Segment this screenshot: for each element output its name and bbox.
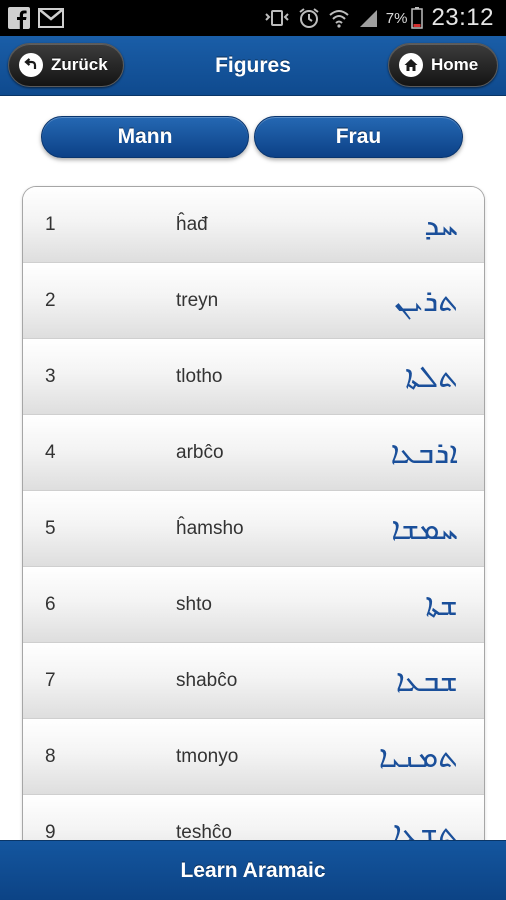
list-item-transliteration: shabĉo xyxy=(176,670,238,691)
signal-icon xyxy=(358,8,378,28)
clock-time: 23:12 xyxy=(431,4,494,31)
list-item-number: 2 xyxy=(45,290,56,311)
back-button[interactable]: Zurück xyxy=(8,43,124,87)
vibrate-icon xyxy=(264,8,290,28)
list-item-number: 7 xyxy=(45,670,56,691)
home-button-label: Home xyxy=(431,55,479,74)
list-item-transliteration: shto xyxy=(176,594,212,615)
numbers-list: 1 ĥađ ܚܕ 2 treyn ܬܪܝܢ 3 tlotho ܬܠܬܐ 4 ar… xyxy=(22,186,485,886)
list-item-transliteration: arbĉo xyxy=(176,442,224,463)
list-item-syriac: ܬܪܝܢ xyxy=(394,282,458,319)
list-item-syriac: ܚܡܫܐ xyxy=(391,510,458,547)
battery-icon xyxy=(411,7,424,29)
list-item-number: 4 xyxy=(45,442,56,463)
footer-bar: Learn Aramaic xyxy=(0,840,506,900)
alarm-icon xyxy=(298,7,320,29)
home-button[interactable]: Home xyxy=(388,43,498,87)
wifi-icon xyxy=(328,8,350,28)
list-item[interactable]: 8 tmonyo ܬܡܢܝܐ xyxy=(23,719,484,795)
footer-title: Learn Aramaic xyxy=(180,858,326,882)
list-item-syriac: ܐܪܒܥܐ xyxy=(390,434,459,471)
list-item-transliteration: ĥađ xyxy=(176,214,208,235)
list-item-syriac: ܬܡܢܝܐ xyxy=(378,738,458,775)
home-icon xyxy=(399,53,423,77)
battery-percentage: 7% xyxy=(385,9,408,27)
list-item-number: 6 xyxy=(45,594,56,615)
list-item-syriac: ܚܕ xyxy=(424,206,458,243)
list-item-number: 1 xyxy=(45,214,56,235)
header-bar: Figures Zurück Home xyxy=(0,36,506,96)
list-item-transliteration: tmonyo xyxy=(176,746,239,767)
list-item-syriac: ܫܒܥܐ xyxy=(395,662,458,699)
list-item-number: 8 xyxy=(45,746,56,767)
status-bar: 7% 23:12 xyxy=(0,0,506,36)
list-item[interactable]: 3 tlotho ܬܠܬܐ xyxy=(23,339,484,415)
back-button-label: Zurück xyxy=(51,55,108,74)
list-item[interactable]: 1 ĥađ ܚܕ xyxy=(23,187,484,263)
list-item[interactable]: 4 arbĉo ܐܪܒܥܐ xyxy=(23,415,484,491)
gmail-icon xyxy=(38,8,64,28)
list-item-number: 5 xyxy=(45,518,56,539)
tab-mann[interactable]: Mann xyxy=(41,116,249,158)
list-item[interactable]: 2 treyn ܬܪܝܢ xyxy=(23,263,484,339)
list-item-number: 3 xyxy=(45,366,56,387)
list-item-transliteration: tlotho xyxy=(176,366,223,387)
list-item-transliteration: ĥamsho xyxy=(176,518,244,539)
list-item-transliteration: treyn xyxy=(176,290,219,311)
tab-frau[interactable]: Frau xyxy=(254,116,463,158)
facebook-icon xyxy=(8,7,30,29)
list-item[interactable]: 5 ĥamsho ܚܡܫܐ xyxy=(23,491,484,567)
list-item-syriac: ܬܠܬܐ xyxy=(404,358,458,395)
back-arrow-icon xyxy=(19,53,43,77)
list-item[interactable]: 7 shabĉo ܫܒܥܐ xyxy=(23,643,484,719)
list-item-syriac: ܫܬܐ xyxy=(425,586,458,623)
list-item[interactable]: 6 shto ܫܬܐ xyxy=(23,567,484,643)
